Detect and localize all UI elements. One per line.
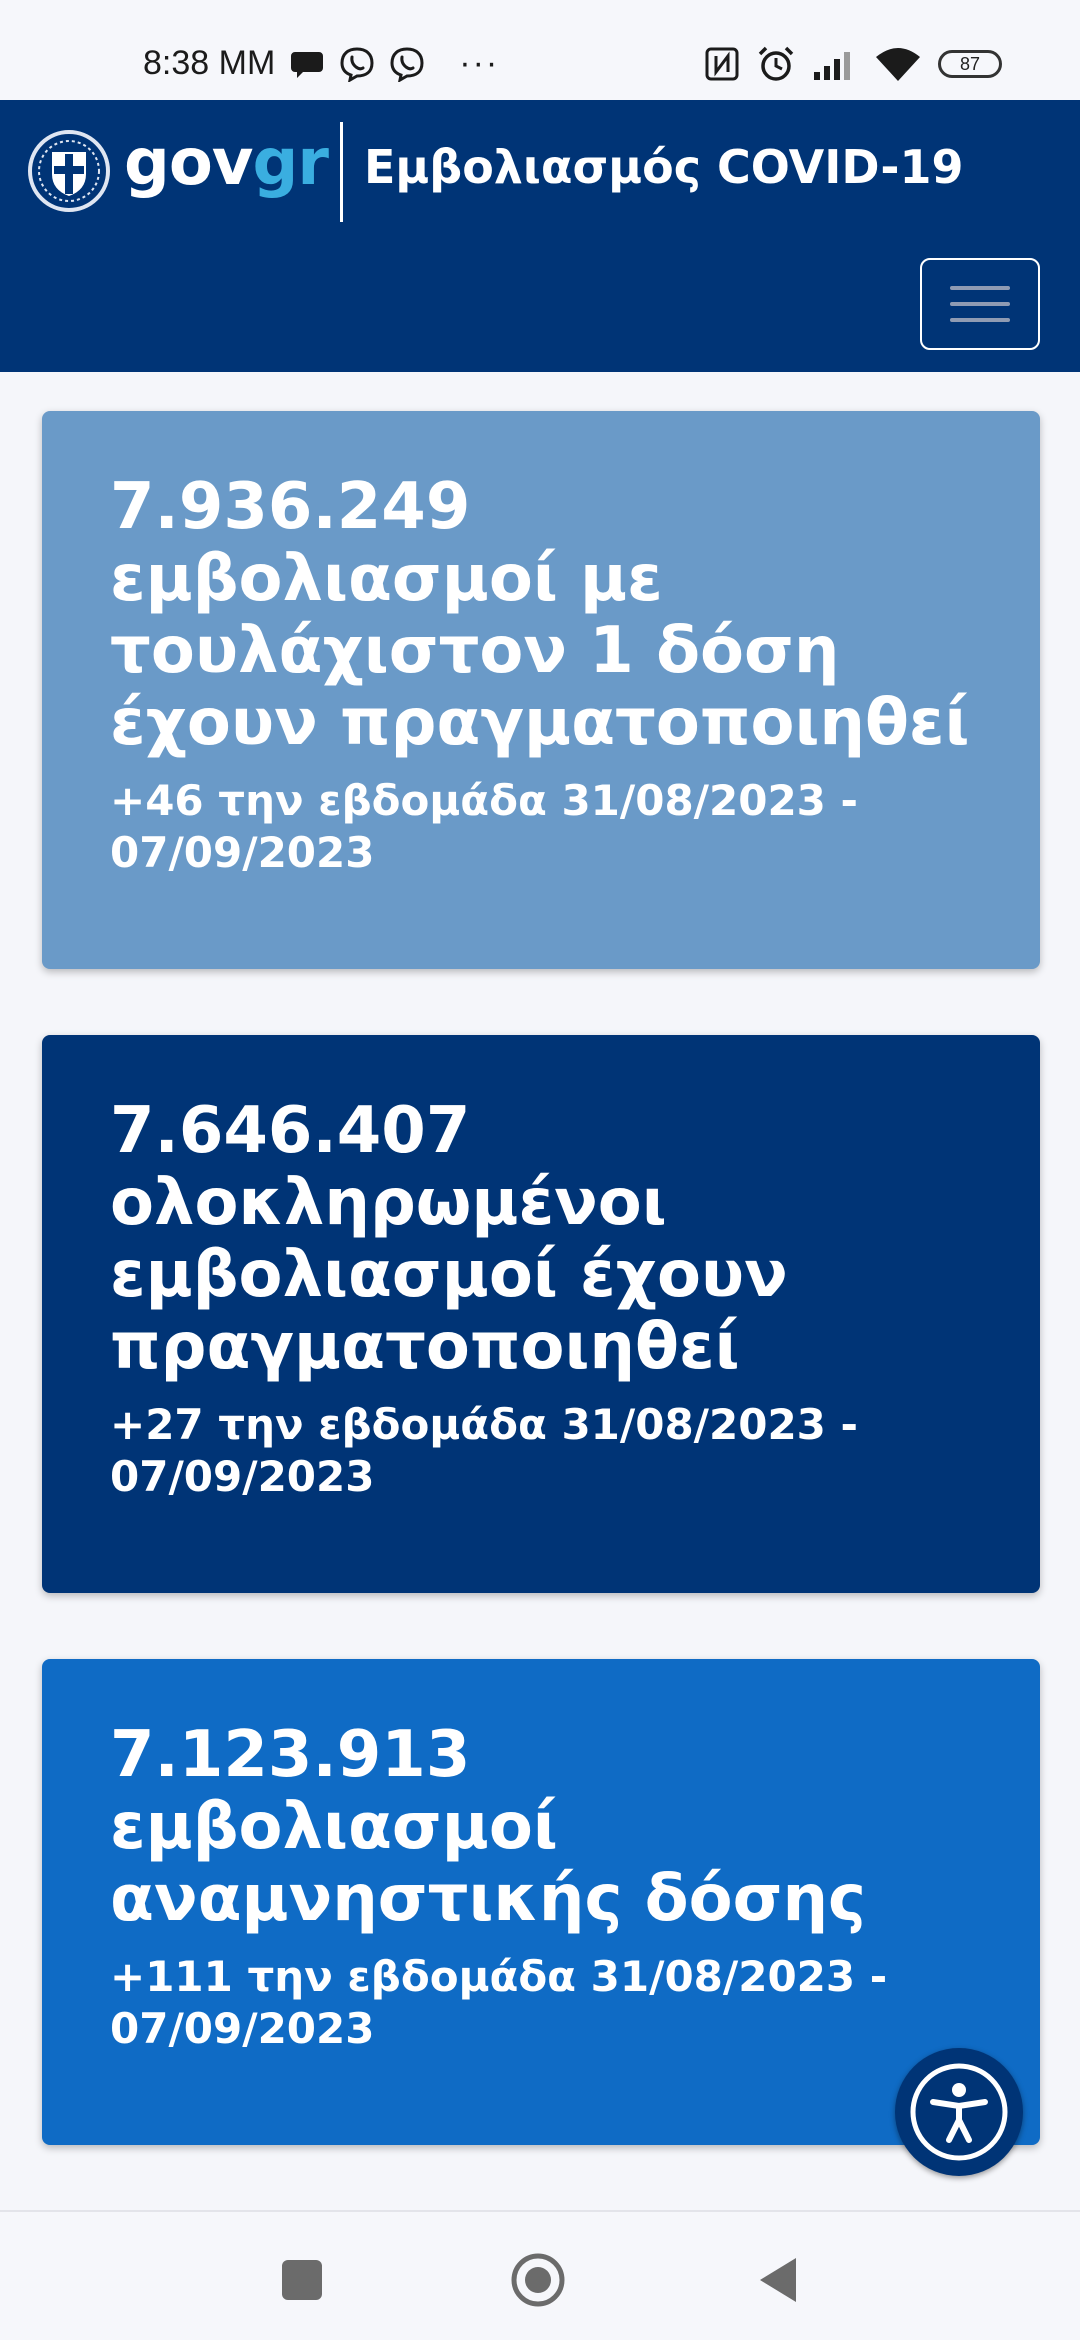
stat-value: 7.936.249 <box>110 470 471 544</box>
status-left: 8:38 MM ··· <box>143 44 499 83</box>
stat-value: 7.123.913 <box>110 1718 471 1792</box>
stat-card-completed: 7.646.407 ολοκληρωμένοι εμβολιασμοί έχου… <box>42 1035 1040 1593</box>
menu-icon <box>950 286 1010 290</box>
stat-description: ολοκληρωμένοι εμβολιασμοί έχουν πραγματο… <box>110 1166 788 1384</box>
system-nav-bar <box>0 2210 1080 2340</box>
stat-description: εμβολιασμοί αναμνηστικής δόσης <box>110 1790 866 1936</box>
stat-weekly-change: +46 την εβδομάδα 31/08/2023 - 07/09/2023 <box>110 776 858 877</box>
status-time: 8:38 MM <box>143 44 276 82</box>
stat-description: εμβολιασμοί με τουλάχιστον 1 δόση έχουν … <box>110 542 970 760</box>
signal-icon <box>814 52 850 80</box>
viber-icon <box>340 46 374 82</box>
menu-icon-bar <box>950 318 1010 322</box>
hamburger-menu-button[interactable] <box>920 258 1040 350</box>
stat-weekly-change: +27 την εβδομάδα 31/08/2023 - 07/09/2023 <box>110 1400 858 1501</box>
more-notifications: ··· <box>459 44 500 82</box>
stat-card-first-dose: 7.936.249 εμβολιασμοί με τουλάχιστον 1 δ… <box>42 411 1040 969</box>
brand-gov: gov <box>124 126 253 200</box>
back-icon[interactable] <box>752 2252 808 2308</box>
stat-value: 7.646.407 <box>110 1094 471 1168</box>
menu-icon-bar <box>950 302 1010 306</box>
status-right: 87 <box>704 44 1002 84</box>
stat-weekly-change: +111 την εβδομάδα 31/08/2023 - 07/09/202… <box>110 1952 888 2053</box>
stat-card-booster: 7.123.913 εμβολιασμοί αναμνηστικής δόσης… <box>42 1659 1040 2145</box>
recents-icon[interactable] <box>274 2252 330 2308</box>
nfc-icon <box>705 47 739 81</box>
status-bar: 8:38 MM ··· 87 <box>0 0 1080 100</box>
viber-icon <box>390 46 424 82</box>
home-icon[interactable] <box>510 2252 566 2308</box>
govgr-logo[interactable]: govgr <box>124 126 329 200</box>
header-divider <box>340 122 343 222</box>
chat-bubble-icon <box>291 51 324 78</box>
alarm-icon <box>758 46 794 81</box>
brand-gr: gr <box>252 126 329 200</box>
greek-emblem-logo <box>28 130 110 212</box>
site-header: govgr Εμβολιασμός COVID-19 <box>0 100 1080 372</box>
accessibility-button[interactable] <box>895 2048 1023 2176</box>
site-title[interactable]: Εμβολιασμός COVID-19 <box>364 140 963 194</box>
wifi-icon <box>876 48 920 81</box>
accessibility-icon <box>910 2063 1008 2161</box>
battery-icon: 87 <box>938 50 1002 78</box>
